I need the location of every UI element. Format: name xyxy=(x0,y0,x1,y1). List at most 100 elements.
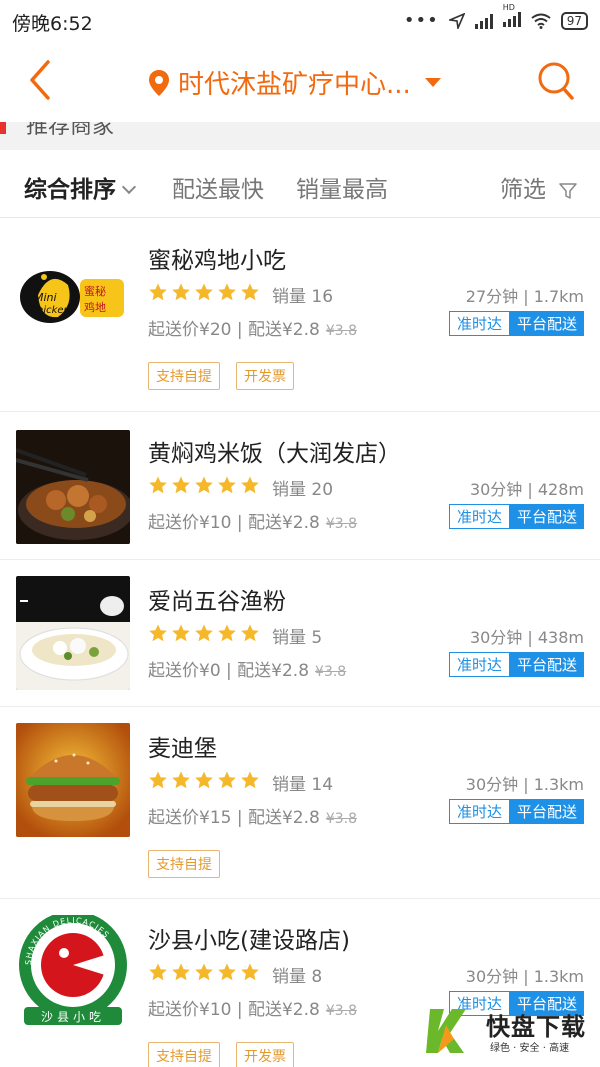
platform-delivery-badge: 平台配送 xyxy=(509,652,584,677)
hd-label: HD xyxy=(502,2,515,12)
location-selector[interactable]: 时代沐盐矿疗中心... xyxy=(148,64,441,101)
star-icon xyxy=(195,771,213,789)
sort-fastest[interactable]: 配送最快 xyxy=(172,170,264,204)
tag-pickup: 支持自提 xyxy=(148,362,220,390)
ontime-badge: 准时达 xyxy=(448,799,510,824)
original-fee: ¥3.8 xyxy=(325,323,358,339)
star-icon xyxy=(218,283,236,301)
rating-stars xyxy=(148,770,260,790)
watermark: 快盘下载 绿色 · 安全 · 高速 xyxy=(424,1003,594,1059)
star-icon xyxy=(172,963,190,981)
store-card[interactable]: 爱尚五谷渔粉 销量 5 30分钟 | 438m 起送价¥0 | 配送¥2.8 ¥3… xyxy=(0,560,600,707)
chevron-down-icon xyxy=(121,179,137,195)
platform-delivery-badge: 平台配送 xyxy=(509,799,584,824)
fee-info: 起送价¥10 | 配送¥2.8 ¥3.8 xyxy=(148,995,357,1020)
store-photo xyxy=(16,430,130,544)
original-fee: ¥3.8 xyxy=(325,811,358,827)
star-icon xyxy=(195,963,213,981)
store-photo xyxy=(16,723,130,837)
logo-text: 蜜秘 xyxy=(84,284,106,298)
signal-hd-icon: HD xyxy=(502,3,521,31)
star-icon xyxy=(195,624,213,642)
tag-invoice: 开发票 xyxy=(236,362,294,390)
fee-text: 起送价¥10 | 配送¥2.8 xyxy=(148,513,320,533)
mini-chicken-logo: Mini Chicken 蜜秘 鸡地 xyxy=(20,271,124,323)
back-icon[interactable] xyxy=(22,58,62,102)
original-fee: ¥3.8 xyxy=(325,1003,358,1019)
store-name: 沙县小吃(建设路店) xyxy=(148,928,350,954)
fee-text: 起送价¥0 | 配送¥2.8 xyxy=(148,661,310,681)
star-icon xyxy=(149,771,167,789)
star-icon xyxy=(172,283,190,301)
filter-label: 筛选 xyxy=(500,177,546,203)
ontime-badge: 准时达 xyxy=(448,504,510,529)
platform-delivery-badge: 平台配送 xyxy=(509,311,584,336)
app-header: 时代沐盐矿疗中心... xyxy=(0,40,600,122)
tag-pickup: 支持自提 xyxy=(148,1042,220,1067)
rating-stars xyxy=(148,475,260,495)
original-fee: ¥3.8 xyxy=(325,516,358,532)
delivery-time-distance: 30分钟 | 438m xyxy=(469,628,584,647)
section-title: 推荐商家 xyxy=(26,122,115,139)
store-card[interactable]: Mini Chicken 蜜秘 鸡地 蜜秘鸡地小吃 销量 16 27分钟 | 1… xyxy=(0,219,600,412)
battery-icon: 97 xyxy=(560,11,588,30)
dropdown-caret-icon xyxy=(424,78,441,87)
store-logo: 沙县小吃 SHAXIAN DELICACIES xyxy=(16,915,130,1029)
store-name: 蜜秘鸡地小吃 xyxy=(148,248,286,274)
store-name: 麦迪堡 xyxy=(148,736,217,762)
location-pin-icon xyxy=(149,69,169,96)
star-icon xyxy=(241,624,259,642)
star-icon xyxy=(195,476,213,494)
star-icon xyxy=(241,963,259,981)
braised-chicken-photo xyxy=(16,430,130,544)
fee-info: 起送价¥0 | 配送¥2.8 ¥3.8 xyxy=(148,656,346,681)
original-fee: ¥3.8 xyxy=(315,664,347,680)
fee-info: 起送价¥20 | 配送¥2.8 ¥3.8 xyxy=(148,315,357,340)
tag-invoice: 开发票 xyxy=(236,1042,294,1067)
fee-text: 起送价¥10 | 配送¥2.8 xyxy=(148,1000,320,1020)
shaxian-logo: 沙县小吃 SHAXIAN DELICACIES xyxy=(19,915,127,1025)
star-icon xyxy=(218,476,236,494)
star-icon xyxy=(241,476,259,494)
fee-info: 起送价¥15 | 配送¥2.8 ¥3.8 xyxy=(148,803,357,828)
store-tags: 支持自提 xyxy=(148,850,220,878)
star-icon xyxy=(241,771,259,789)
rating-stars xyxy=(148,962,260,982)
star-icon xyxy=(218,624,236,642)
store-photo xyxy=(16,576,130,690)
store-logo: Mini Chicken 蜜秘 鸡地 xyxy=(16,235,130,349)
section-header: 推荐商家 xyxy=(0,122,600,150)
more-dots-icon: ••• xyxy=(403,10,439,31)
sales-count: 销量 20 xyxy=(272,480,334,500)
fish-noodle-photo xyxy=(16,576,130,690)
status-time: 傍晚6:52 xyxy=(12,13,93,35)
section-accent-bar xyxy=(0,122,6,134)
star-icon xyxy=(149,476,167,494)
search-icon[interactable] xyxy=(536,60,576,102)
filter-icon xyxy=(559,182,578,199)
ontime-badge: 准时达 xyxy=(448,652,510,677)
sales-count: 销量 8 xyxy=(272,967,323,987)
star-icon xyxy=(172,771,190,789)
fee-text: 起送价¥15 | 配送¥2.8 xyxy=(148,808,320,828)
store-tags: 支持自提 开发票 xyxy=(148,1042,294,1067)
watermark-logo-icon xyxy=(426,1009,466,1053)
ontime-badge: 准时达 xyxy=(448,311,510,336)
filter-button[interactable]: 筛选 xyxy=(500,170,578,204)
delivery-badges: 准时达 平台配送 xyxy=(448,799,584,824)
burger-photo xyxy=(16,723,130,837)
star-icon xyxy=(218,963,236,981)
signal-icon xyxy=(474,13,493,29)
sort-top-sales[interactable]: 销量最高 xyxy=(296,170,388,204)
logo-text: Chicken xyxy=(30,305,70,316)
logo-text: 沙县小吃 xyxy=(41,1010,105,1024)
sort-comprehensive[interactable]: 综合排序 xyxy=(24,170,137,204)
sort-bar: 综合排序 配送最快 销量最高 筛选 xyxy=(0,150,600,218)
wifi-icon xyxy=(531,13,551,29)
store-card[interactable]: 黄焖鸡米饭（大润发店） 销量 20 30分钟 | 428m 起送价¥10 | 配… xyxy=(0,412,600,560)
delivery-badges: 准时达 平台配送 xyxy=(448,504,584,529)
store-tags: 支持自提 开发票 xyxy=(148,362,294,390)
star-icon xyxy=(149,624,167,642)
store-card[interactable]: 麦迪堡 销量 14 30分钟 | 1.3km 起送价¥15 | 配送¥2.8 ¥3… xyxy=(0,707,600,899)
delivery-time-distance: 27分钟 | 1.7km xyxy=(465,287,584,306)
